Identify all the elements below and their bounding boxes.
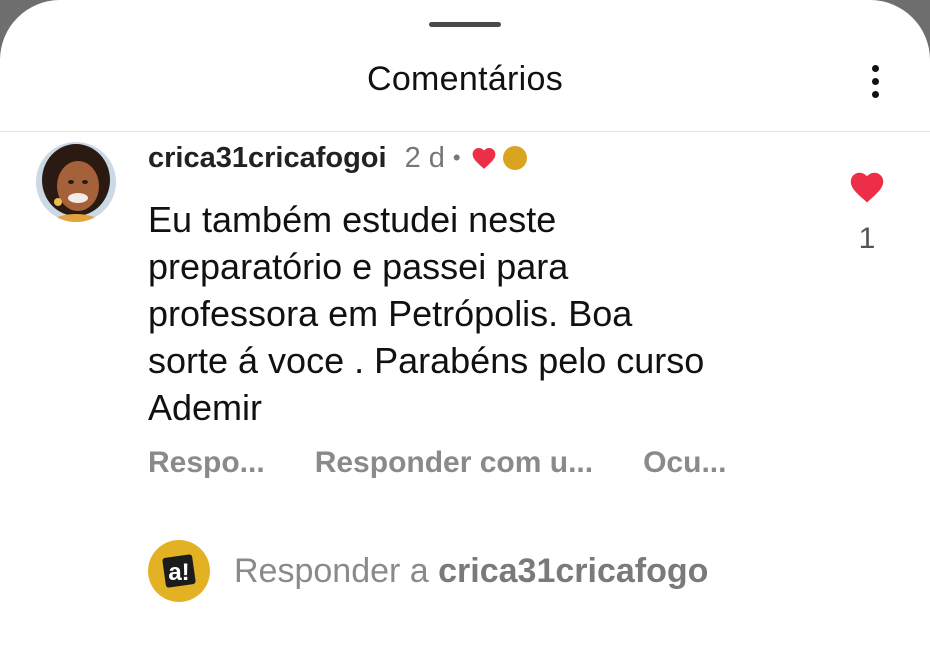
heart-icon [471, 146, 497, 170]
comments-sheet: Comentários crica31cricafogoi 2 d • Eu t… [0, 0, 930, 645]
comment-time: 2 d [404, 141, 445, 174]
reply-placeholder[interactable]: Responder a crica31cricafogo [234, 552, 708, 591]
reply-with-button[interactable]: Responder com u... [315, 446, 593, 480]
reply-prefix: Responder a [234, 551, 429, 590]
header-divider [0, 131, 930, 132]
meta-separator: • [452, 145, 461, 170]
yellow-circle-icon [502, 146, 527, 170]
like-button[interactable] [848, 170, 886, 204]
heart-icon [850, 172, 884, 203]
avatar[interactable] [36, 142, 116, 222]
comment-meta: crica31cricafogoi 2 d • [148, 140, 527, 176]
sheet-drag-handle[interactable] [429, 22, 501, 27]
page-title: Comentários [366, 60, 564, 98]
comments-header: Comentários [0, 40, 930, 130]
reply-button[interactable]: Respo... [148, 446, 265, 480]
svg-text:a!: a! [168, 559, 189, 586]
more-vertical-icon[interactable] [860, 60, 890, 110]
hide-button[interactable]: Ocu... [643, 446, 726, 480]
like-count: 1 [858, 222, 876, 255]
reply-input-bar[interactable]: a! Responder a crica31cricafogo [148, 540, 708, 602]
comment-actions: Respo... Responder com u... Ocu... [148, 445, 776, 481]
comment-text: Eu também estudei neste preparatório e p… [148, 199, 705, 428]
reply-username: crica31cricafogo [438, 551, 709, 590]
comment-username[interactable]: crica31cricafogoi [148, 142, 387, 175]
avatar: a! [148, 540, 210, 602]
